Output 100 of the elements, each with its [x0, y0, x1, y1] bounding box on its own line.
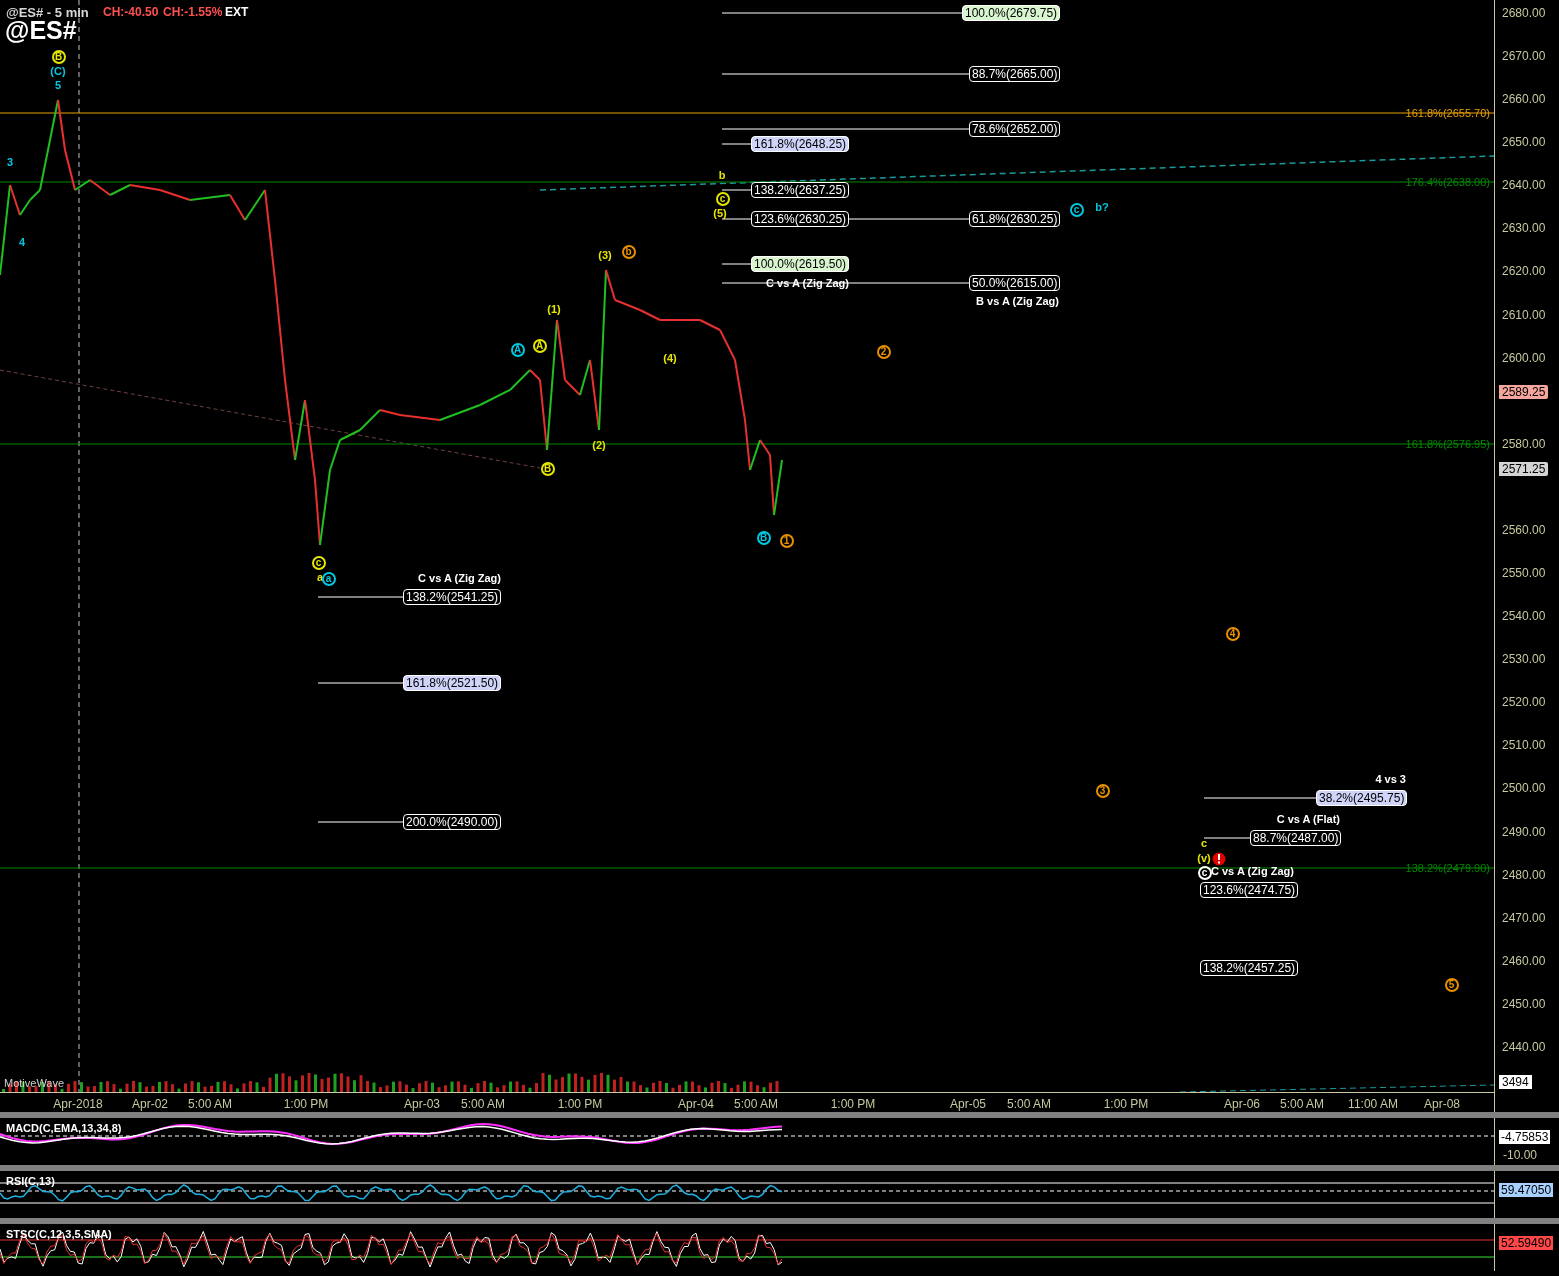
wave-label: (1): [547, 303, 561, 315]
fib-level-line: [1203, 837, 1251, 839]
axis-tick-label: 2620.00: [1502, 264, 1546, 279]
source-label: MotiveWave: [4, 1076, 65, 1091]
wave-label: 1: [779, 533, 794, 548]
axis-tick-label: 2610.00: [1502, 307, 1546, 322]
axis-tick-label: 2550.00: [1502, 566, 1546, 581]
time-axis-label: 1:00 PM: [283, 1097, 329, 1111]
wave-label: c: [311, 555, 326, 570]
axis-tick-label: 2600.00: [1502, 350, 1546, 365]
fib-level-label: 38.2%(2495.75): [1316, 790, 1408, 806]
wave-label: B: [756, 530, 771, 545]
fib-title: B vs A (Zig Zag): [976, 295, 1059, 307]
wave-label: (2): [592, 439, 606, 451]
axis-tick-label: 2560.00: [1502, 522, 1546, 537]
fib-title: C vs A (Flat): [1276, 813, 1340, 825]
fib-level-label: 161.8%(2521.50): [403, 675, 502, 691]
level-label: 161.8%(2576.95): [1405, 438, 1490, 450]
fib-title: 4 vs 3: [1375, 773, 1406, 785]
time-axis-label: Apr-2018: [53, 1097, 103, 1111]
fib-title: C vs A (Zig Zag): [766, 277, 849, 289]
wave-label: (v): [1197, 852, 1211, 864]
fib-level-label: 50.0%(2615.00): [969, 275, 1061, 291]
indicator-title: STSC(C,12,3,5,SMA): [6, 1227, 112, 1242]
time-axis-label: 1:00 PM: [557, 1097, 603, 1111]
time-axis-label: Apr-03: [404, 1097, 440, 1111]
fib-level-line: [721, 189, 752, 191]
axis-tick-label: -10.00: [1503, 1147, 1538, 1164]
wave-label: 4: [18, 236, 26, 248]
fib-level-label: 100.0%(2619.50): [751, 256, 850, 272]
time-axis-label: 11:00 AM: [1348, 1097, 1398, 1111]
wave-label: a: [316, 571, 324, 583]
axis-tick-label: 2630.00: [1502, 221, 1546, 236]
wave-label: (5): [713, 207, 727, 219]
time-axis-label: 1:00 PM: [830, 1097, 876, 1111]
time-axis-label: Apr-08: [1424, 1097, 1460, 1111]
fib-level-line: [721, 143, 752, 145]
axis-tick-label: 2580.00: [1502, 436, 1546, 451]
time-axis-label: Apr-04: [678, 1097, 714, 1111]
value-tag: 59.47050: [1499, 1183, 1554, 1197]
time-axis-label: 1:00 PM: [1103, 1097, 1149, 1111]
change-value: CH:-40.50: [103, 4, 159, 21]
axis-tick-label: 2500.00: [1502, 781, 1546, 796]
fib-level-line: [721, 263, 752, 265]
indicator-title: MACD(C,EMA,13,34,8): [6, 1121, 122, 1136]
axis-tick-label: 2680.00: [1502, 6, 1546, 20]
time-axis-label: 5:00 AM: [461, 1097, 505, 1111]
fib-level-label: 61.8%(2630.25): [969, 211, 1061, 227]
fib-level-label: 88.7%(2665.00): [969, 66, 1061, 82]
fib-level-label: 161.8%(2648.25): [751, 136, 850, 152]
fib-title: C vs A (Zig Zag): [418, 572, 501, 584]
wave-label: (3): [598, 249, 612, 261]
fib-level-label: 138.2%(2457.25): [1200, 960, 1299, 976]
value-tag: -4.75853: [1499, 1130, 1551, 1144]
fib-title: C vs A (Zig Zag): [1211, 865, 1294, 877]
wave-label: b?: [1095, 201, 1109, 213]
alert-icon: [1212, 852, 1226, 866]
axis-tick-label: 2480.00: [1502, 867, 1546, 882]
wave-label: c: [1069, 202, 1084, 217]
session-label: EXT: [225, 4, 249, 21]
wave-label: 3: [1095, 783, 1110, 798]
time-axis-label: 5:00 AM: [734, 1097, 778, 1111]
time-axis-label: 5:00 AM: [1280, 1097, 1324, 1111]
fib-level-label: 88.7%(2487.00): [1250, 830, 1342, 846]
axis-tick-label: 2660.00: [1502, 92, 1546, 107]
time-axis-label: Apr-05: [950, 1097, 986, 1111]
fib-level-label: 100.0%(2679.75): [962, 5, 1061, 21]
time-axis-label: 5:00 AM: [1007, 1097, 1051, 1111]
axis-tick-label: 2510.00: [1502, 738, 1546, 753]
price-tag: 2571.25: [1499, 462, 1549, 476]
wave-label: (C): [50, 65, 66, 77]
change-percent: CH:-1.55%: [163, 4, 223, 21]
wave-label: 4: [1225, 626, 1240, 641]
wave-label: B: [51, 49, 66, 64]
axis-tick-label: 2470.00: [1502, 910, 1546, 925]
value-tag: 52.59490: [1499, 1236, 1554, 1250]
time-axis-label: Apr-06: [1224, 1097, 1260, 1111]
price-tag: 2589.25: [1499, 385, 1549, 399]
axis-tick-label: 2450.00: [1502, 996, 1546, 1011]
wave-label: B: [540, 461, 555, 476]
wave-label: c: [1197, 865, 1212, 880]
wave-label: 5: [54, 79, 62, 91]
level-label: 176.4%(2638.00): [1405, 176, 1490, 188]
fib-level-label: 200.0%(2490.00): [403, 814, 502, 830]
wave-label: c: [1200, 837, 1208, 849]
axis-tick-label: 2640.00: [1502, 178, 1546, 193]
wave-label: 5: [1444, 977, 1459, 992]
fib-level-label: 138.2%(2637.25): [751, 182, 850, 198]
wave-label: (4): [663, 352, 677, 364]
fib-level-line: [721, 218, 752, 220]
axis-tick-label: 2490.00: [1502, 824, 1546, 839]
level-label: 161.8%(2655.70): [1405, 107, 1490, 119]
time-axis-label: Apr-02: [132, 1097, 168, 1111]
axis-tick-label: 2670.00: [1502, 49, 1546, 64]
fib-level-label: 123.6%(2630.25): [751, 211, 850, 227]
wave-label: b: [621, 244, 636, 259]
time-axis-label: 5:00 AM: [188, 1097, 232, 1111]
axis-tick-label: 2520.00: [1502, 695, 1546, 710]
fib-level-label: 123.6%(2474.75): [1200, 882, 1299, 898]
axis-tick-label: 2650.00: [1502, 135, 1546, 150]
